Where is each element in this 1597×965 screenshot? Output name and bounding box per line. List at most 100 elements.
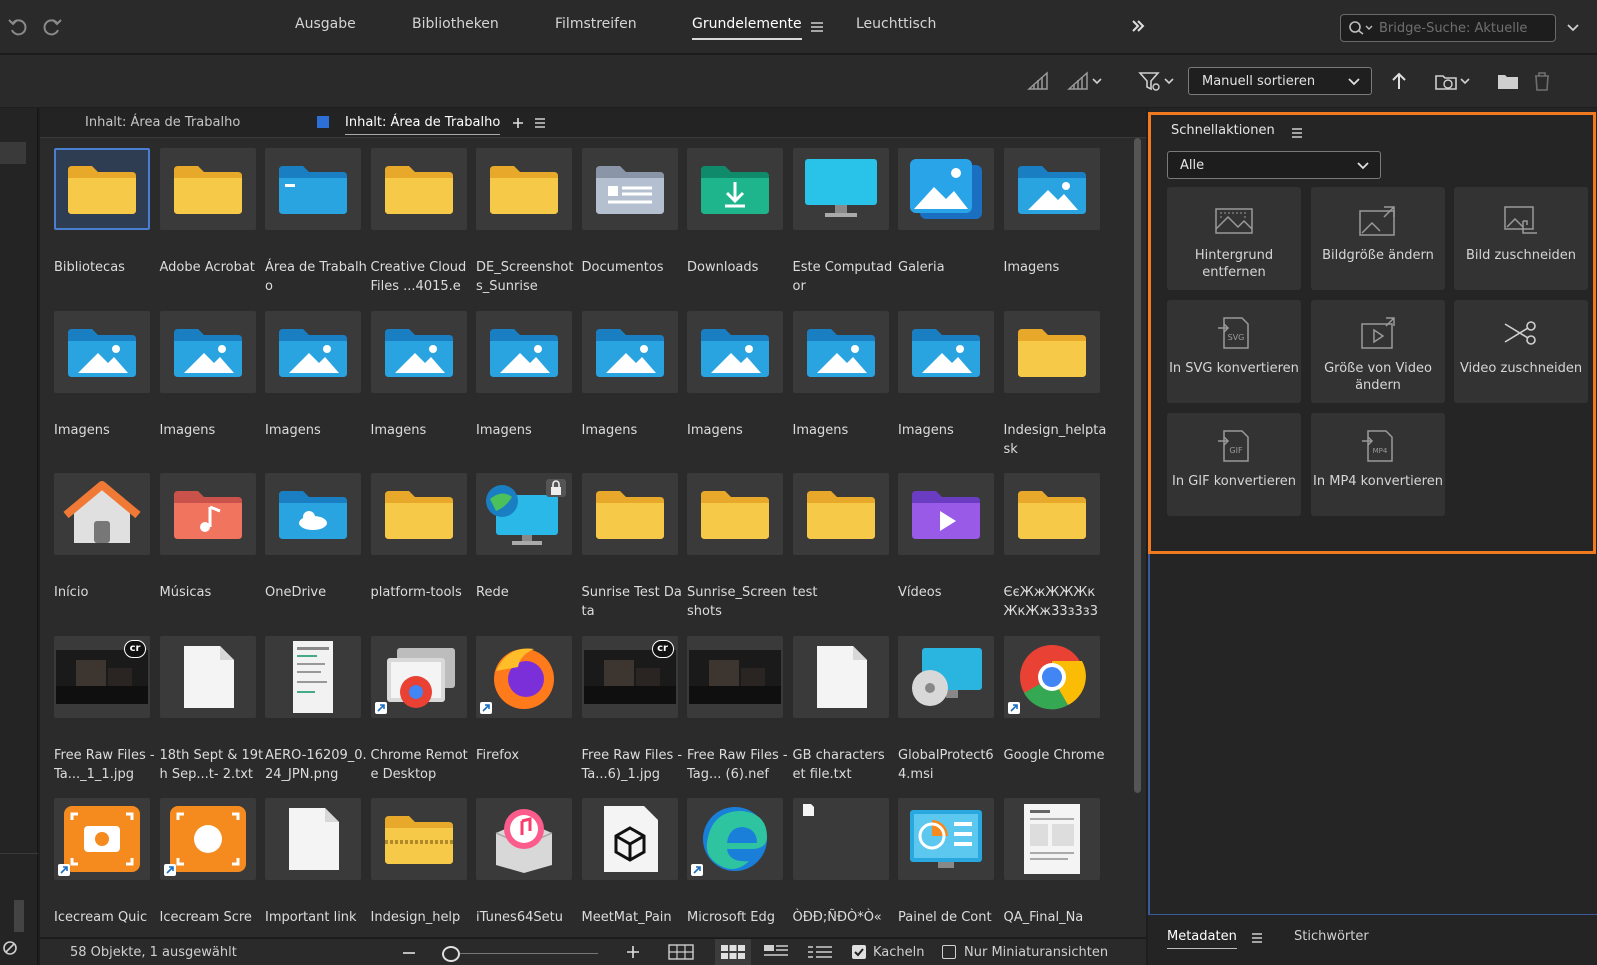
content-item[interactable]: Bibliotecas — [54, 148, 161, 314]
new-folder-icon[interactable] — [1496, 69, 1520, 93]
quick-actions-menu-icon[interactable] — [1291, 127, 1303, 139]
quick-actions-filter-dropdown[interactable]: Alle — [1167, 151, 1381, 179]
content-item[interactable]: Microsoft Edg — [687, 798, 794, 938]
content-item[interactable]: Imagens — [1003, 148, 1111, 314]
quick-action-button[interactable]: MP4 In MP4 konvertieren — [1311, 413, 1445, 516]
content-item[interactable]: AERO-16209_0.24_JPN.png — [265, 635, 372, 802]
search-input[interactable]: Bridge-Suche: Aktuelle — [1340, 14, 1556, 42]
no-filter-icon[interactable] — [2, 940, 18, 956]
content-item[interactable]: platform-tools — [370, 473, 478, 639]
zoom-in-icon[interactable] — [626, 945, 640, 959]
content-item[interactable]: Sunrise_Screenshots — [687, 473, 794, 639]
undo-icon[interactable] — [6, 14, 32, 40]
content-item[interactable]: Imagens — [370, 310, 478, 477]
zoom-slider-handle[interactable] — [442, 946, 460, 962]
content-item[interactable]: Galeria — [898, 148, 1005, 314]
tab-content-1[interactable]: Inhalt: Área de Trabalho — [85, 115, 240, 130]
folders-panel-collapsed[interactable] — [0, 108, 38, 965]
content-item[interactable]: Documentos — [581, 148, 689, 314]
content-item[interactable]: Vídeos — [898, 473, 1005, 639]
content-item[interactable]: Imagens — [265, 310, 372, 477]
tab-content-2[interactable]: Inhalt: Área de Trabalho — [345, 115, 501, 135]
trash-icon[interactable] — [1530, 69, 1554, 93]
content-item[interactable]: Important link — [265, 798, 372, 938]
content-item[interactable]: Google Chrome — [1003, 635, 1111, 802]
content-item[interactable]: Indesign_helptask — [1003, 310, 1111, 477]
quick-action-button[interactable]: Größe von Video ändern — [1311, 300, 1445, 403]
content-item[interactable]: Chrome Remote Desktop — [370, 635, 478, 802]
content-item[interactable]: Imagens — [581, 310, 689, 477]
metadata-menu-icon[interactable] — [1251, 932, 1263, 944]
content-item[interactable]: ÒÐĐ;ÑÐÒ*Ò« — [792, 798, 900, 938]
tab-grundelemente[interactable]: Grundelemente — [692, 16, 802, 40]
panel-menu-icon[interactable] — [534, 117, 546, 129]
content-item[interactable]: Painel de Cont — [898, 798, 1005, 938]
tab-metadaten[interactable]: Metadaten — [1167, 929, 1237, 949]
zoom-out-icon[interactable] — [402, 948, 416, 958]
quick-action-button[interactable]: Bildgröße ändern — [1311, 187, 1445, 290]
tab-ausgabe[interactable]: Ausgabe — [295, 16, 356, 32]
content-item[interactable]: QA_Final_Na — [1003, 798, 1111, 938]
content-item[interactable]: Imagens — [54, 310, 161, 477]
content-item[interactable]: Início — [54, 473, 161, 639]
content-item[interactable]: GlobalProtect64.msi — [898, 635, 1005, 802]
more-workspaces-icon[interactable] — [1130, 18, 1146, 34]
scroll-handle[interactable] — [14, 900, 24, 932]
content-item[interactable]: Firefox — [476, 635, 583, 802]
quick-action-button[interactable]: SVG In SVG konvertieren — [1167, 300, 1301, 403]
open-recent-icon[interactable] — [1434, 69, 1474, 93]
content-item[interactable]: Downloads — [687, 148, 794, 314]
sort-ascending-icon[interactable] — [1387, 69, 1411, 93]
quick-action-button[interactable]: Bild zuschneiden — [1454, 187, 1588, 290]
content-item[interactable]: Rede — [476, 473, 583, 639]
content-item[interactable]: iTunes64Setu — [476, 798, 583, 938]
content-item[interactable]: test — [792, 473, 900, 639]
content-item[interactable]: Imagens — [159, 310, 267, 477]
tab-leuchttisch[interactable]: Leuchttisch — [856, 16, 936, 32]
content-item[interactable]: Imagens — [476, 310, 583, 477]
view-thumbnails-button[interactable] — [715, 939, 751, 965]
grid-lock-icon[interactable] — [668, 944, 694, 960]
thumbnails-only-checkbox[interactable] — [942, 945, 956, 959]
tab-bibliotheken[interactable]: Bibliotheken — [412, 16, 499, 32]
content-item[interactable]: Free Raw Files - Tag... (6).nef — [687, 635, 794, 802]
tab-stichwoerter[interactable]: Stichwörter — [1294, 929, 1369, 944]
content-item[interactable]: Sunrise Test Data — [581, 473, 689, 639]
details-view-icon[interactable] — [764, 945, 788, 959]
redo-icon[interactable] — [38, 14, 64, 40]
content-item[interactable]: Icecream Scre — [159, 798, 267, 938]
content-item[interactable]: Creative Cloud Files ...4015.e — [370, 148, 478, 314]
rating-filter-icon[interactable] — [1066, 69, 1106, 93]
quick-action-button[interactable]: Hintergrund entfernen — [1167, 187, 1301, 290]
content-item[interactable]: Indesign_help — [370, 798, 478, 938]
sort-dropdown[interactable]: Manuell sortieren — [1188, 67, 1372, 95]
scrollbar-thumb[interactable] — [1134, 138, 1141, 793]
content-item[interactable]: Icecream Quic — [54, 798, 161, 938]
content-item[interactable]: Adobe Acrobat — [159, 148, 267, 314]
content-item[interactable]: DE_Screenshots_Sunrise — [476, 148, 583, 314]
tab-filmstreifen[interactable]: Filmstreifen — [555, 16, 637, 32]
content-item[interactable]: OneDrive — [265, 473, 372, 639]
content-item[interactable]: cr Free Raw Files - Ta..._1_1.jpg — [54, 635, 161, 802]
content-item[interactable]: MeetMat_Pain — [581, 798, 689, 938]
content-item[interactable]: cr Free Raw Files - Ta...6)_1.jpg — [581, 635, 689, 802]
content-item[interactable]: Área de Trabalho — [265, 148, 372, 314]
content-item[interactable]: ЄєЖжЖЖЖкЖкЖж33з3з3 — [1003, 473, 1111, 639]
content-item[interactable]: Imagens — [898, 310, 1005, 477]
search-scope-chevron-icon[interactable] — [1566, 22, 1580, 34]
zoom-slider-track[interactable] — [458, 953, 598, 954]
workspace-menu-icon[interactable] — [810, 20, 824, 34]
content-item[interactable]: 18th Sept & 19th Sep...t- 2.txt — [159, 635, 267, 802]
content-scrollbar[interactable] — [1133, 138, 1143, 828]
filter-items-icon[interactable] — [1138, 69, 1178, 93]
content-item[interactable]: GB characters et file.txt — [792, 635, 900, 802]
content-item[interactable]: Músicas — [159, 473, 267, 639]
content-item[interactable]: Imagens — [687, 310, 794, 477]
tiles-checkbox[interactable] — [852, 945, 866, 959]
quick-action-button[interactable]: GIF In GIF konvertieren — [1167, 413, 1301, 516]
add-tab-icon[interactable] — [512, 117, 524, 129]
quality-icon[interactable] — [1026, 69, 1050, 93]
content-item[interactable]: Imagens — [792, 310, 900, 477]
content-item[interactable]: Este Computador — [792, 148, 900, 314]
list-view-icon[interactable] — [808, 945, 832, 959]
